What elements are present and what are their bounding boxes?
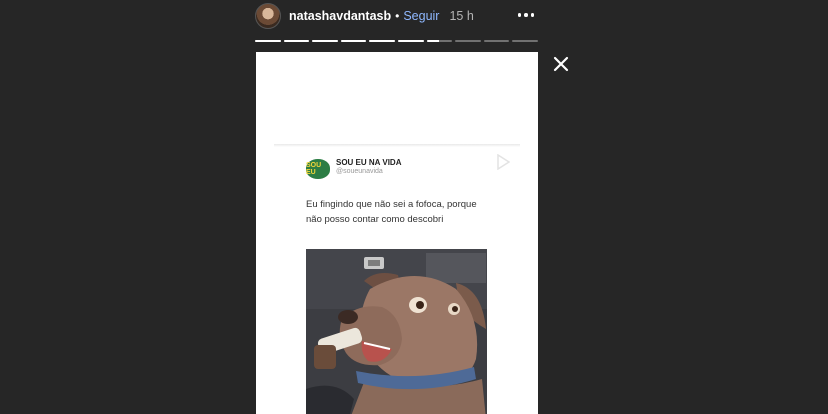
account-name: SOU EU NA VIDA [336, 158, 402, 167]
progress-segment [512, 40, 538, 42]
account-logo: SOU EU [306, 159, 330, 179]
progress-fill [340, 40, 367, 42]
progress-fill [397, 40, 424, 42]
progress-segment [426, 40, 453, 42]
tweet-header: SOU EU SOU EU NA VIDA @soueunavida [306, 154, 520, 179]
username[interactable]: natashavdantasb [289, 9, 391, 23]
progress-segment [455, 40, 481, 42]
account-handle: @soueunavida [336, 167, 383, 175]
progress-segment [340, 40, 367, 42]
progress-segment [369, 40, 395, 42]
progress-segment [255, 40, 281, 42]
progress-fill [369, 40, 395, 42]
tweet-card: SOU EU SOU EU NA VIDA @soueunavida Eu fi… [306, 154, 520, 414]
dog-video-thumbnail[interactable] [306, 249, 487, 414]
story-progress-bar [255, 40, 538, 42]
progress-segment [397, 40, 424, 42]
more-horizontal-icon[interactable] [514, 6, 538, 24]
post-time: 15 h [449, 9, 474, 23]
progress-fill [312, 40, 338, 42]
progress-fill [426, 40, 440, 42]
user-avatar[interactable] [255, 3, 281, 29]
close-icon[interactable] [551, 54, 571, 74]
follow-button[interactable]: Seguir [403, 9, 439, 23]
progress-segment [283, 40, 310, 42]
story-content[interactable]: SOU EU SOU EU NA VIDA @soueunavida Eu fi… [256, 52, 538, 414]
separator-dot: • [395, 9, 400, 23]
progress-segment [483, 40, 510, 42]
progress-fill [255, 40, 281, 42]
play-icon [497, 154, 510, 170]
tweet-text: Eu fingindo que não sei a fofoca, porque… [306, 199, 477, 225]
story-header: natashavdantasb • Seguir 15 h [255, 0, 538, 32]
progress-segment [312, 40, 338, 42]
progress-fill [283, 40, 310, 42]
card-divider [274, 144, 520, 147]
